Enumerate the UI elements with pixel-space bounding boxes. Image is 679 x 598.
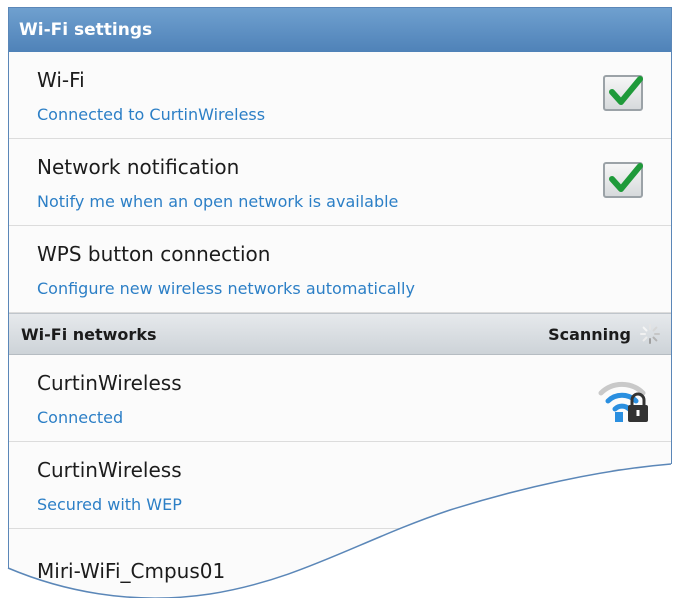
wifi-lock-icon (598, 381, 648, 422)
setting-wifi-subtitle: Connected to CurtinWireless (37, 105, 266, 124)
network-name: Miri-WiFi_Cmpus01 (37, 559, 226, 583)
network-item[interactable]: CurtinWireless Secured with WEP (9, 442, 671, 529)
page-title: Wi-Fi settings (9, 8, 671, 52)
setting-wifi[interactable]: Wi-Fi Connected to CurtinWireless (9, 52, 671, 139)
scanning-text: Scanning (548, 324, 631, 344)
page-title-text: Wi-Fi settings (19, 20, 153, 40)
setting-notification-subtitle: Notify me when an open network is availa… (37, 192, 399, 211)
wifi-settings-panel: Wi-Fi settings Wi-Fi Connected to Curtin… (8, 7, 672, 596)
network-name: CurtinWireless (37, 371, 182, 395)
wifi-checkbox[interactable] (603, 75, 643, 111)
network-status: Secured with WEP (37, 495, 182, 514)
wifi-lock-icon (598, 468, 648, 509)
network-name: CurtinWireless (37, 458, 182, 482)
setting-notification-title: Network notification (37, 155, 240, 179)
wifi-networks-label: Wi-Fi networks (21, 324, 157, 344)
scanning-status: Scanning (548, 323, 661, 345)
spinner-icon (640, 324, 660, 344)
setting-wps-subtitle: Configure new wireless networks automati… (37, 279, 415, 298)
network-status: Connected (37, 408, 124, 427)
network-item[interactable]: CurtinWireless Connected (9, 355, 671, 442)
setting-wifi-title: Wi-Fi (37, 68, 85, 92)
checkmark-icon (609, 163, 643, 192)
setting-network-notification[interactable]: Network notification Notify me when an o… (9, 139, 671, 226)
setting-wps-title: WPS button connection (37, 242, 271, 266)
setting-wps-button[interactable]: WPS button connection Configure new wire… (9, 226, 671, 313)
notification-checkbox[interactable] (603, 162, 643, 198)
network-item[interactable]: Miri-WiFi_Cmpus01 (9, 529, 671, 596)
wifi-networks-header: Wi-Fi networks Scanning (9, 313, 671, 355)
checkmark-icon (609, 76, 643, 105)
